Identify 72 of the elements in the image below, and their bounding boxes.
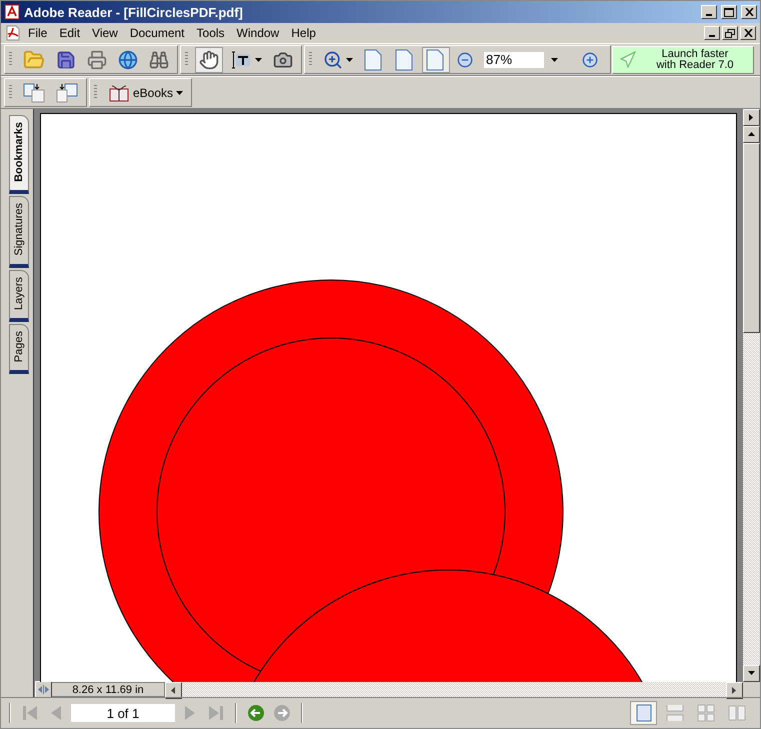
folder-icon <box>23 48 45 70</box>
left-arrow-icon <box>169 686 178 695</box>
app-logo-icon <box>4 4 20 20</box>
page-layout-button[interactable] <box>630 701 657 725</box>
close-button[interactable] <box>741 5 757 19</box>
close-button[interactable] <box>740 26 756 40</box>
zoom-field[interactable]: 87% <box>484 52 544 68</box>
facing-pages-icon <box>728 704 746 722</box>
globe-icon <box>118 50 138 70</box>
text-select-icon <box>230 50 252 70</box>
caret-icon <box>255 58 262 62</box>
restore-button[interactable] <box>722 26 738 40</box>
back-button[interactable] <box>245 702 267 724</box>
menu-item[interactable]: Document <box>124 24 190 42</box>
menu-item[interactable]: Help <box>286 24 321 42</box>
camera-icon <box>273 50 293 70</box>
next-page-icon <box>184 705 196 721</box>
split-arrows-icon <box>38 685 49 694</box>
binoculars-icon <box>149 50 169 70</box>
document-icon <box>5 25 21 41</box>
side-tab[interactable]: Bookmarks <box>9 115 29 194</box>
ebooks-button[interactable]: eBooks <box>104 80 188 106</box>
caret-icon <box>346 58 353 62</box>
ebook-icon <box>108 82 130 102</box>
menu-item[interactable]: Edit <box>54 24 86 42</box>
menu-item[interactable]: File <box>23 24 52 42</box>
scroll-thumb[interactable] <box>743 143 760 333</box>
launch-faster-text: Launch faster with Reader 7.0 <box>655 48 735 70</box>
panel-split-button[interactable] <box>743 109 760 126</box>
page-size-text: 8.26 x 11.69 in <box>71 684 145 696</box>
split-handle[interactable] <box>35 681 52 698</box>
save-icon <box>56 50 76 70</box>
first-page-icon <box>22 705 38 721</box>
previous-page-icon <box>50 705 62 721</box>
minimize-button[interactable] <box>704 26 720 40</box>
continuous-pages-icon <box>666 704 684 722</box>
scroll-right-button[interactable] <box>726 682 743 699</box>
maximize-button[interactable] <box>721 5 737 19</box>
rotate-pages-icon <box>23 82 45 104</box>
page-icon <box>395 48 413 70</box>
side-tab[interactable]: Layers <box>9 270 29 322</box>
page-number-field[interactable]: 1 of 1 <box>71 704 175 722</box>
caret-icon <box>551 58 558 62</box>
hand-icon <box>199 50 219 70</box>
window-title: Adobe Reader - [FillCirclesPDF.pdf] <box>24 4 244 20</box>
page-icon <box>364 48 382 70</box>
menu-item[interactable]: Tools <box>192 24 230 42</box>
zoom-in-icon <box>323 50 343 70</box>
rotate-pages-icon <box>56 82 78 104</box>
last-page-icon <box>208 705 224 721</box>
zoom-out-icon <box>457 52 473 68</box>
close-icon <box>744 8 754 16</box>
restore-icon <box>725 28 735 38</box>
close-icon <box>744 29 752 37</box>
side-tab[interactable]: Signatures <box>9 196 29 268</box>
menu-item[interactable]: Window <box>232 24 284 42</box>
zoom-in-icon <box>582 52 598 68</box>
toolbar-button[interactable] <box>195 46 223 72</box>
caret-icon <box>176 90 184 94</box>
scroll-down-button[interactable] <box>743 665 760 682</box>
menu-item[interactable]: View <box>87 24 123 42</box>
up-arrow-icon <box>747 130 756 139</box>
page-icon <box>426 48 444 70</box>
printer-icon <box>87 50 107 70</box>
facing-continuous-icon <box>696 704 714 722</box>
scroll-up-button[interactable] <box>743 126 760 143</box>
launch-faster-button[interactable]: Launch faster with Reader 7.0 <box>612 46 754 74</box>
scroll-left-button[interactable] <box>165 682 182 699</box>
single-page-icon <box>636 704 652 722</box>
side-tab[interactable]: Pages <box>9 324 29 374</box>
maximize-icon <box>724 8 734 16</box>
minimize-button[interactable] <box>701 5 717 19</box>
